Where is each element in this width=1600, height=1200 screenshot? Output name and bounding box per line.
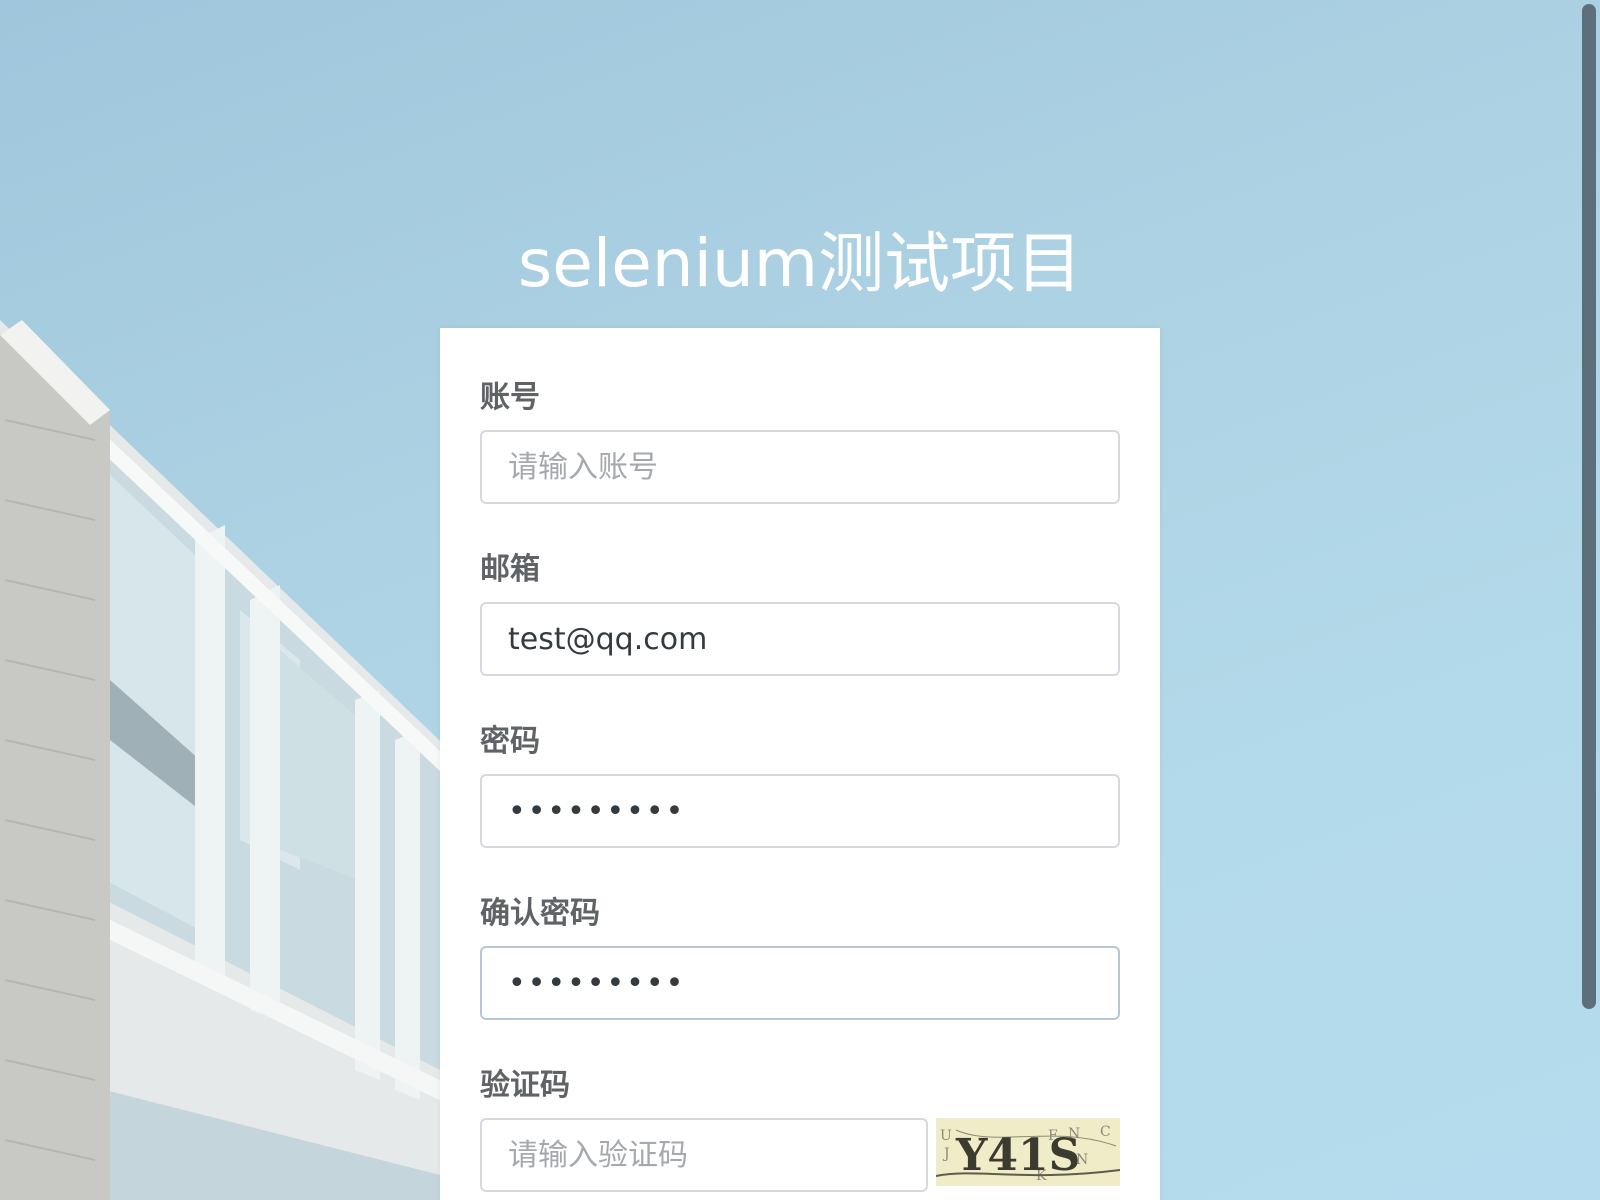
register-page: selenium测试项目 账号 邮箱 密码 确认密码 验证码 xyxy=(0,0,1600,1200)
scrollbar-thumb[interactable] xyxy=(1582,4,1596,1009)
captcha-label: 验证码 xyxy=(480,1068,570,1103)
svg-text:C: C xyxy=(1100,1124,1111,1140)
captcha-noise-graphic: U J F N C K N Y41S xyxy=(936,1118,1120,1186)
confirm-password-label: 确认密码 xyxy=(480,896,600,931)
register-form: 账号 邮箱 密码 确认密码 验证码 U J F xyxy=(440,328,1160,1200)
account-label: 账号 xyxy=(480,380,540,415)
page-title: selenium测试项目 xyxy=(517,225,1083,302)
svg-text:J: J xyxy=(942,1146,950,1162)
page-scrollbar[interactable] xyxy=(1578,0,1600,1200)
account-input[interactable] xyxy=(480,430,1120,504)
captcha-image[interactable]: U J F N C K N Y41S xyxy=(936,1118,1120,1186)
confirm-password-input[interactable] xyxy=(480,946,1120,1020)
svg-text:U: U xyxy=(940,1128,952,1144)
building-background-image xyxy=(0,320,460,1200)
captcha-input[interactable] xyxy=(480,1118,928,1192)
password-label: 密码 xyxy=(480,724,540,759)
email-label: 邮箱 xyxy=(480,552,540,587)
email-input[interactable] xyxy=(480,602,1120,676)
captcha-text: Y41S xyxy=(955,1130,1080,1181)
password-input[interactable] xyxy=(480,774,1120,848)
